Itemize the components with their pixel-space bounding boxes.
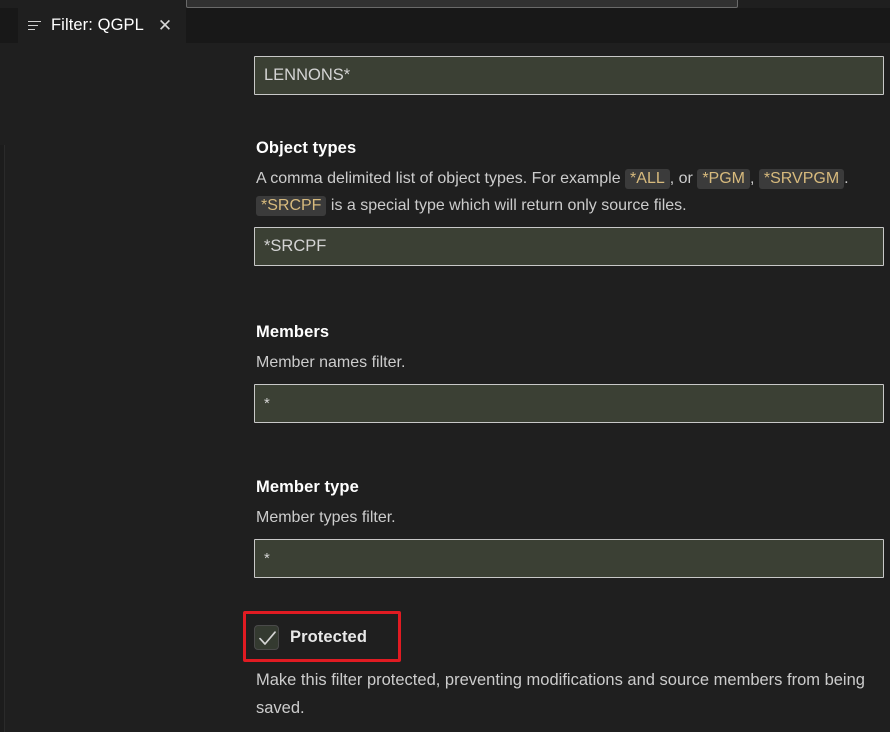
- object-types-input[interactable]: [254, 227, 884, 266]
- close-icon[interactable]: ✕: [158, 17, 172, 34]
- members-description: Member names filter.: [256, 354, 406, 371]
- tab-filter-qgpl[interactable]: Filter: QGPL ✕: [18, 8, 187, 43]
- member-type-description: Member types filter.: [256, 509, 396, 526]
- library-input[interactable]: [254, 56, 884, 95]
- protected-group: Protected Make this filter protected, pr…: [243, 611, 884, 722]
- members-title: Members: [256, 323, 330, 341]
- protected-label: Protected: [290, 627, 368, 646]
- filter-settings-form: Object types A comma delimited list of o…: [243, 43, 884, 732]
- member-type-title: Member type: [256, 478, 359, 496]
- code-pgm: *PGM: [697, 169, 750, 189]
- members-group: Members Member names filter.: [254, 323, 884, 423]
- filter-list-icon: [28, 19, 42, 33]
- member-type-group: Member type Member types filter.: [254, 478, 884, 578]
- desc-text: , or: [669, 170, 698, 187]
- code-srvpgm: *SRVPGM: [758, 169, 845, 189]
- left-rail-edge: [0, 145, 5, 732]
- desc-text: A comma delimited list of object types. …: [256, 170, 626, 187]
- tab-bar: Filter: QGPL ✕: [0, 8, 890, 43]
- tab-label: Filter: QGPL: [51, 16, 144, 34]
- object-types-title: Object types: [256, 139, 357, 157]
- code-all: *ALL: [625, 169, 670, 189]
- desc-text: is a special type which will return only…: [326, 197, 687, 214]
- partial-top-input[interactable]: [186, 0, 738, 8]
- code-srcpf: *SRCPF: [256, 196, 327, 216]
- protected-description: Make this filter protected, preventing m…: [256, 671, 865, 717]
- members-input[interactable]: [254, 384, 884, 423]
- library-field-group: [254, 56, 884, 95]
- protected-checkbox[interactable]: [254, 624, 279, 650]
- desc-text: .: [844, 170, 849, 187]
- object-types-description: A comma delimited list of object types. …: [256, 165, 884, 219]
- member-type-input[interactable]: [254, 539, 884, 578]
- object-types-group: Object types A comma delimited list of o…: [254, 139, 884, 266]
- checkmark-icon: [259, 630, 276, 645]
- protected-checkbox-row[interactable]: Protected: [254, 624, 884, 650]
- desc-text: ,: [749, 170, 759, 187]
